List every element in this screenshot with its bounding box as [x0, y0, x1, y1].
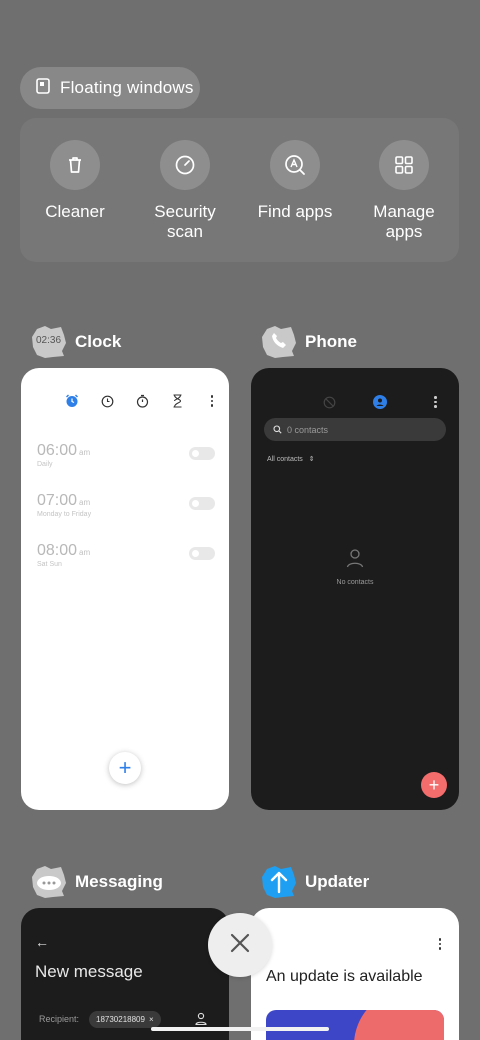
updater-app-name: Updater — [305, 872, 370, 891]
alarm-ampm: am — [79, 548, 91, 557]
security-scan-icon — [160, 140, 210, 190]
grid-icon — [379, 140, 429, 190]
phone-app-card[interactable]: 0 contacts All contacts ⇕ No contacts + — [251, 368, 459, 810]
trash-icon — [50, 140, 100, 190]
security-scan-label: Security scan — [154, 202, 216, 241]
quick-tools-panel: Cleaner Security scan Find apps Manage a… — [20, 118, 459, 262]
alarm-repeat: Sat Sun — [37, 561, 62, 568]
cleaner-label: Cleaner — [45, 202, 105, 221]
clock-app-header[interactable]: 02:36 Clock — [31, 325, 121, 359]
updater-app-header[interactable]: Updater — [261, 865, 369, 899]
clock-app-name: Clock — [75, 332, 122, 351]
phone-app-name: Phone — [305, 332, 357, 351]
contacts-tab-icon[interactable] — [373, 395, 387, 414]
filter-label: All contacts — [267, 456, 303, 463]
recipient-label: Recipient: — [39, 1014, 80, 1024]
clock-tabs — [65, 394, 219, 408]
alarm-repeat: Monday to Friday — [37, 511, 92, 518]
find-apps-button[interactable]: Find apps — [240, 140, 350, 222]
alarm-toggle[interactable] — [189, 547, 215, 560]
update-available-title: An update is available — [266, 968, 423, 985]
updater-app-icon — [261, 865, 297, 899]
world-clock-tab-icon[interactable] — [100, 394, 114, 408]
cleaner-button[interactable]: Cleaner — [20, 140, 130, 222]
close-icon — [229, 932, 251, 959]
floating-windows-button[interactable]: Floating windows — [20, 67, 200, 109]
stopwatch-tab-icon[interactable] — [135, 394, 149, 408]
alarm-time: 08:00 — [37, 542, 78, 559]
clear-all-button[interactable] — [208, 913, 272, 977]
phone-app-header[interactable]: Phone — [261, 325, 357, 359]
alarm-item[interactable]: 08:00 am Sat Sun — [37, 542, 217, 568]
alarm-tab-icon[interactable] — [65, 394, 79, 408]
add-contact-button[interactable]: + — [421, 772, 447, 798]
recent-apps-screen: Floating windows Cleaner Security scan F… — [0, 0, 480, 1040]
messaging-app-name: Messaging — [75, 872, 163, 891]
new-message-title: New message — [35, 962, 143, 981]
recipient-number: 18730218809 — [96, 1015, 145, 1024]
add-alarm-button[interactable]: + — [109, 752, 141, 784]
phone-app-icon — [261, 325, 297, 359]
find-apps-icon — [270, 140, 320, 190]
find-apps-label: Find apps — [257, 202, 333, 221]
chip-close-icon[interactable]: × — [149, 1015, 154, 1024]
updater-app-card[interactable]: An update is available — [251, 908, 459, 1040]
alarm-ampm: am — [79, 448, 91, 457]
empty-state: No contacts — [251, 548, 459, 586]
back-arrow-icon[interactable]: ← — [35, 934, 49, 950]
more-options-icon[interactable] — [434, 396, 437, 408]
more-options-icon[interactable] — [205, 394, 219, 408]
search-placeholder: 0 contacts — [287, 424, 329, 435]
recents-tab-icon[interactable] — [323, 396, 336, 414]
home-indicator[interactable] — [151, 1027, 329, 1031]
person-icon — [346, 549, 364, 572]
alarm-repeat: Daily — [37, 461, 53, 468]
contacts-search-input[interactable]: 0 contacts — [264, 418, 446, 441]
alarm-ampm: am — [79, 498, 91, 507]
search-icon — [273, 421, 282, 439]
clock-app-icon: 02:36 — [31, 325, 67, 359]
contacts-filter-dropdown[interactable]: All contacts ⇕ — [267, 455, 315, 463]
floating-window-icon — [36, 77, 50, 99]
floating-windows-label: Floating windows — [60, 78, 194, 97]
empty-text: No contacts — [336, 579, 374, 586]
timer-tab-icon[interactable] — [170, 394, 184, 408]
update-banner-image — [266, 1010, 444, 1040]
alarm-toggle[interactable] — [189, 447, 215, 460]
clock-icon-time: 02:36 — [36, 335, 62, 346]
clock-app-card[interactable]: 06:00 am Daily 07:00 am Monday to Friday 0… — [21, 368, 229, 810]
alarm-item[interactable]: 07:00 am Monday to Friday — [37, 492, 217, 518]
more-options-icon[interactable] — [438, 938, 441, 950]
alarm-time: 07:00 — [37, 492, 78, 509]
manage-apps-label: Manage apps — [373, 202, 435, 241]
alarm-item[interactable]: 06:00 am Daily — [37, 442, 217, 468]
alarm-toggle[interactable] — [189, 497, 215, 510]
alarm-time: 06:00 — [37, 442, 78, 459]
manage-apps-button[interactable]: Manage apps — [349, 140, 459, 242]
messaging-app-icon — [31, 865, 67, 899]
messaging-app-card[interactable]: ← New message Recipient: 18730218809 × — [21, 908, 229, 1040]
chevron-updown-icon: ⇕ — [308, 456, 315, 463]
security-scan-button[interactable]: Security scan — [130, 140, 240, 242]
messaging-app-header[interactable]: Messaging — [31, 865, 163, 899]
recipient-chip[interactable]: 18730218809 × — [89, 1011, 161, 1028]
